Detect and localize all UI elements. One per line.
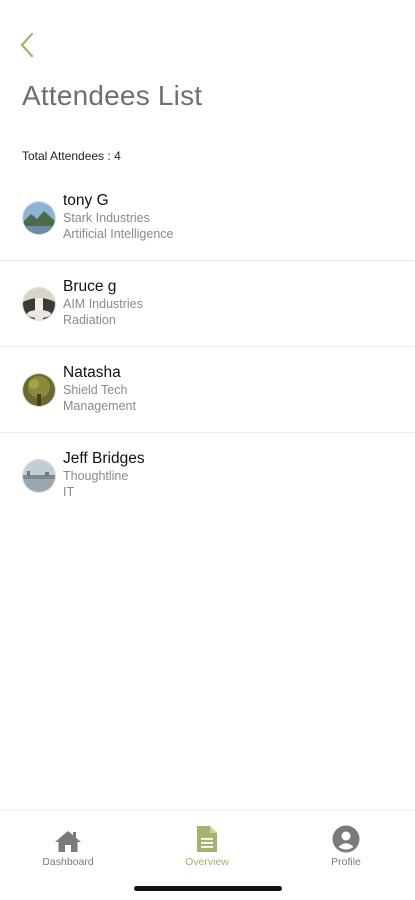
attendee-row[interactable]: Jeff Bridges Thoughtline IT — [0, 433, 415, 518]
chevron-left-icon — [20, 32, 34, 58]
tab-profile[interactable]: Profile — [296, 825, 396, 868]
attendee-field: Artificial Intelligence — [63, 227, 174, 241]
document-icon — [197, 826, 217, 852]
home-icon — [55, 831, 81, 852]
attendee-name: tony G — [63, 192, 109, 209]
user-circle-icon — [332, 825, 360, 853]
attendee-row[interactable]: Natasha Shield Tech Management — [0, 347, 415, 433]
back-button[interactable] — [12, 28, 42, 62]
tab-label: Overview — [185, 856, 229, 868]
avatar — [22, 201, 56, 235]
attendee-field: Radiation — [63, 313, 116, 327]
tab-dashboard[interactable]: Dashboard — [18, 825, 118, 868]
home-indicator — [134, 886, 282, 891]
attendee-company: Stark Industries — [63, 211, 150, 225]
tab-label: Dashboard — [42, 856, 94, 868]
attendee-name: Jeff Bridges — [63, 450, 145, 467]
total-attendees-count: Total Attendees : 4 — [22, 149, 121, 163]
attendee-field: IT — [63, 485, 75, 499]
attendee-row[interactable]: tony G Stark Industries Artificial Intel… — [0, 175, 415, 261]
attendees-screen: Attendees List Total Attendees : 4 tony … — [0, 0, 415, 900]
page-title: Attendees List — [22, 80, 203, 111]
waterfall-photo-icon — [23, 288, 55, 320]
attendee-company: Shield Tech — [63, 383, 128, 397]
landscape-photo-icon — [23, 202, 55, 234]
attendee-field: Management — [63, 399, 136, 413]
attendee-name: Natasha — [63, 364, 121, 381]
tab-overview[interactable]: Overview — [157, 825, 257, 868]
attendee-row[interactable]: Bruce g AIM Industries Radiation — [0, 261, 415, 347]
attendee-name: Bruce g — [63, 278, 117, 295]
avatar — [22, 287, 56, 321]
attendee-company: AIM Industries — [63, 297, 143, 311]
avatar — [22, 459, 56, 493]
city-photo-icon — [23, 460, 55, 492]
attendee-company: Thoughtline — [63, 469, 129, 483]
avatar — [22, 373, 56, 407]
attendees-list: tony G Stark Industries Artificial Intel… — [0, 175, 415, 518]
tab-label: Profile — [331, 856, 361, 868]
tree-photo-icon — [23, 374, 55, 406]
